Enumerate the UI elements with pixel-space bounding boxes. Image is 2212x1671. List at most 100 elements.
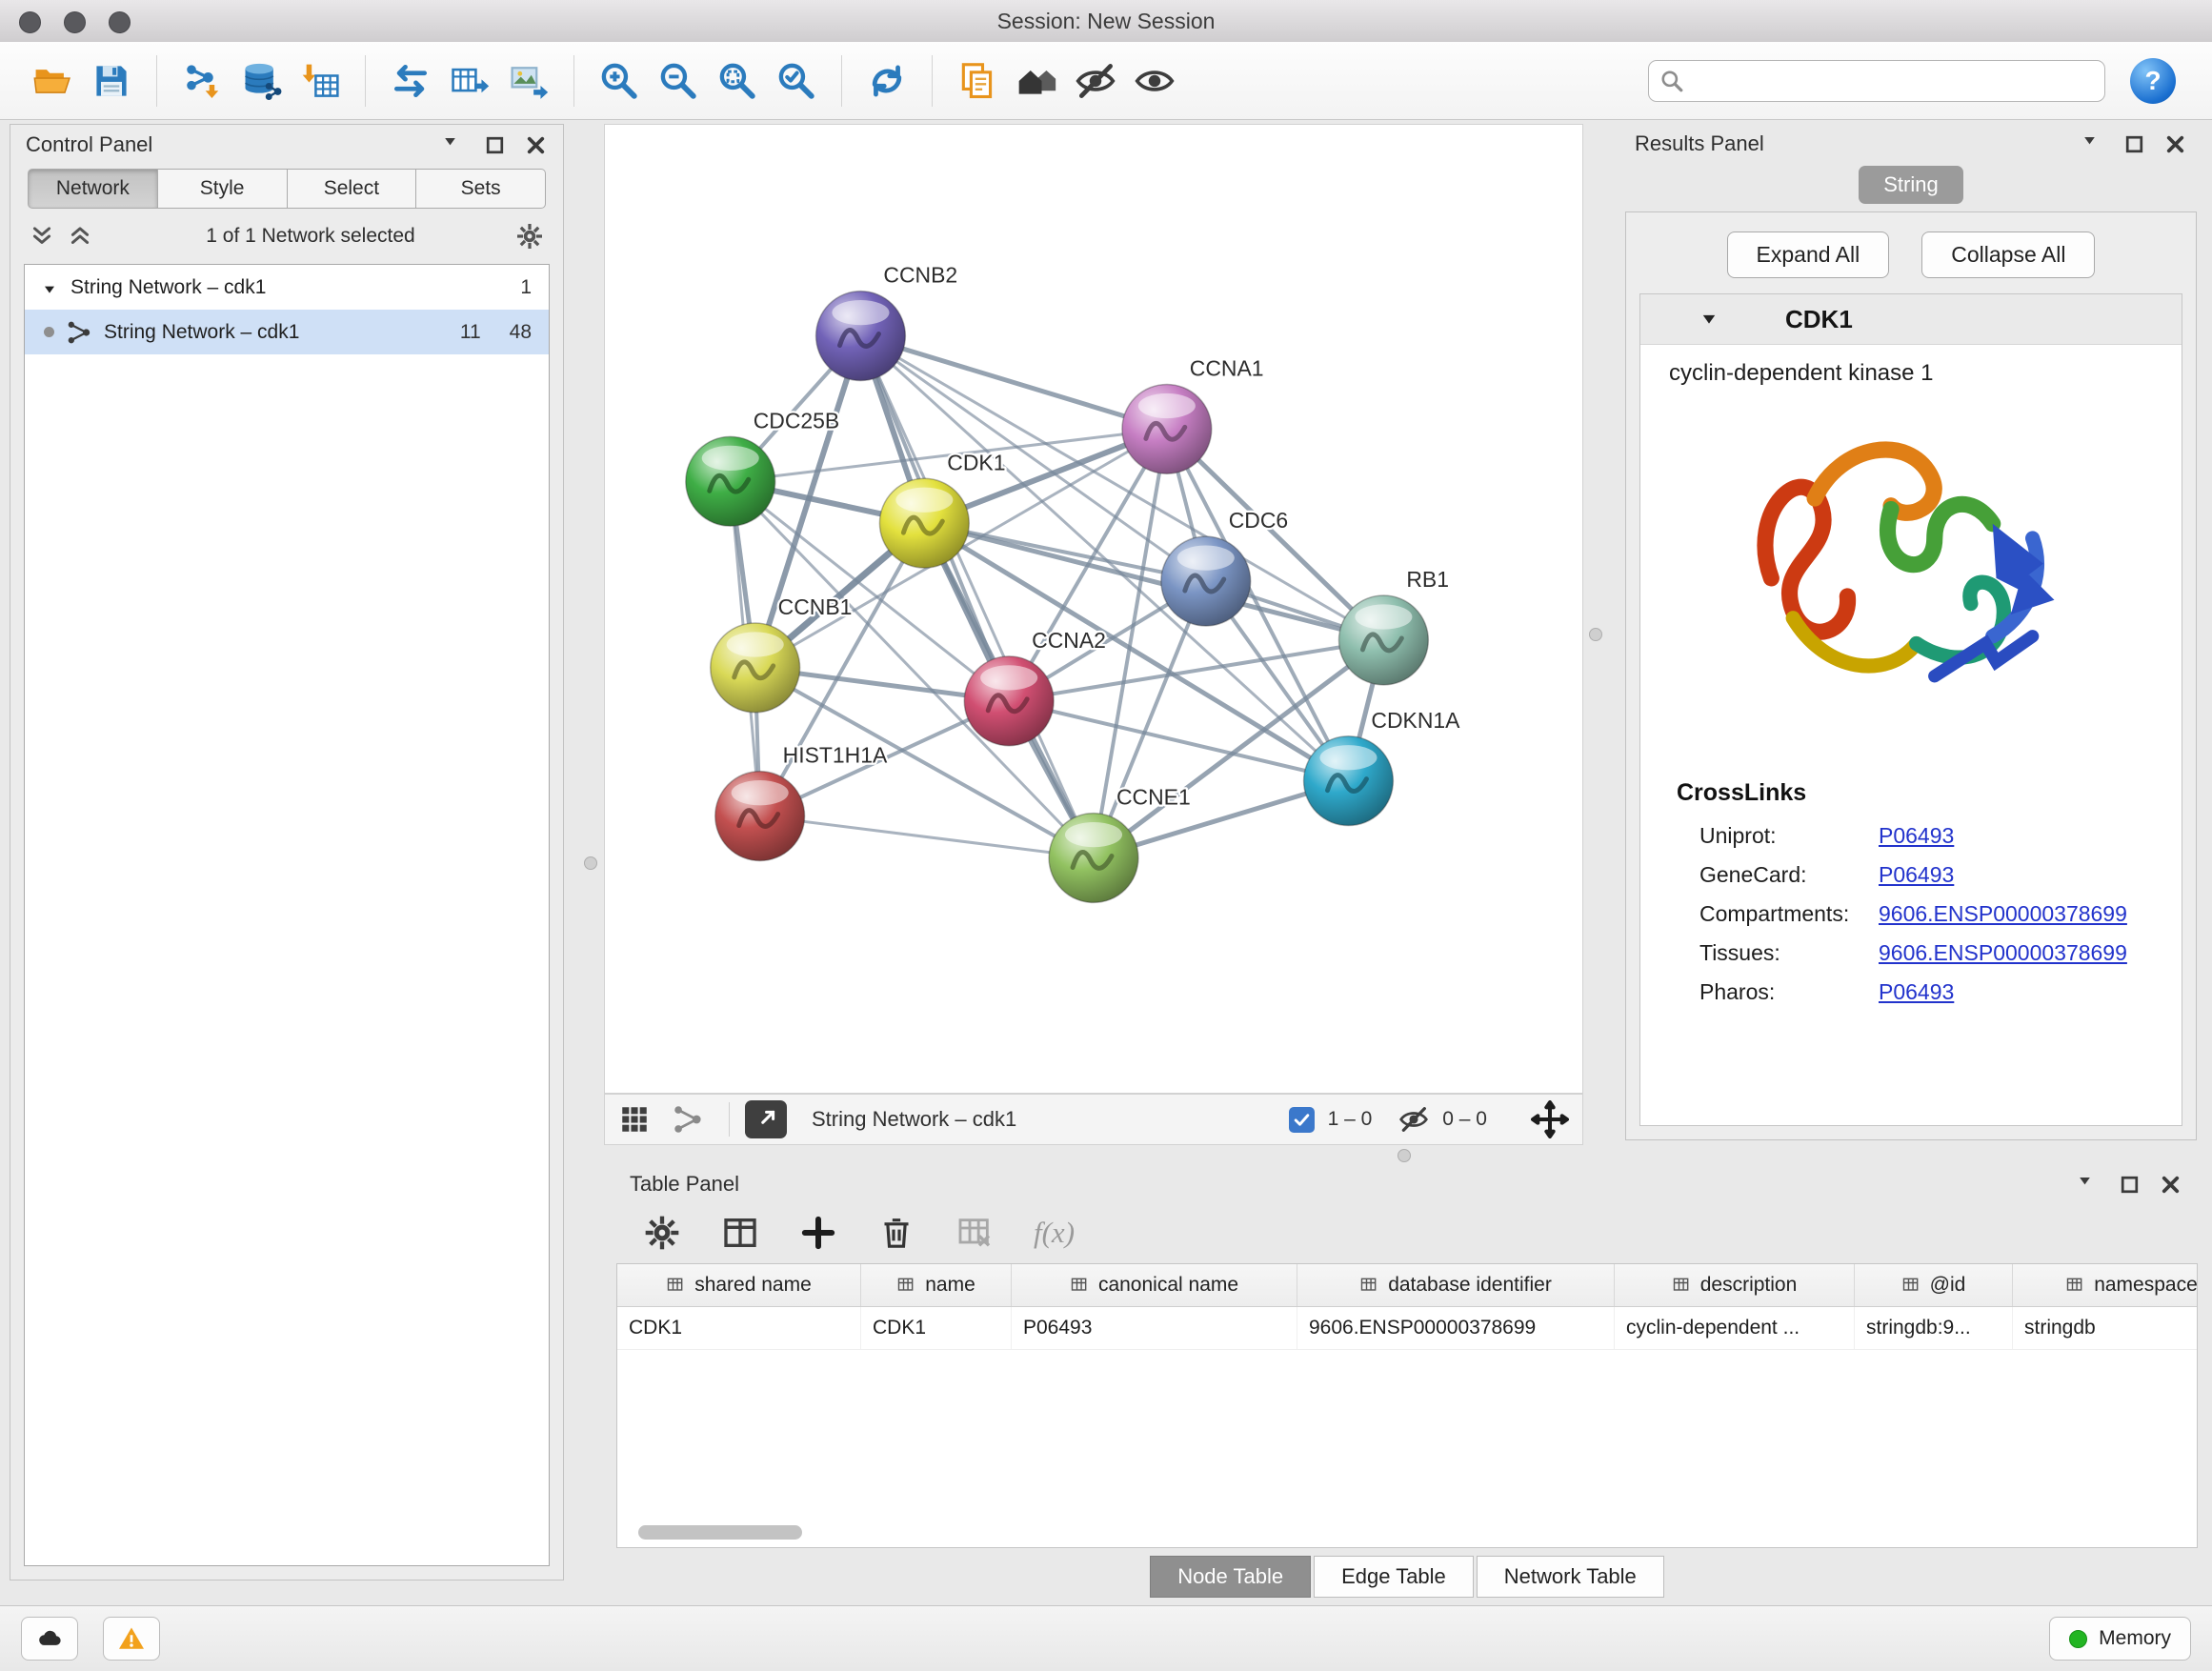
network-edge[interactable]	[760, 816, 1094, 858]
fit-crosshair-icon[interactable]	[1531, 1100, 1569, 1138]
network-node-ccnb2[interactable]: CCNB2	[816, 263, 958, 381]
column-header-name[interactable]: name	[861, 1264, 1012, 1306]
selected-checkbox[interactable]	[1289, 1107, 1315, 1133]
tab-string[interactable]: String	[1859, 166, 1962, 204]
crosslink-genecard-link[interactable]: P06493	[1879, 862, 1954, 888]
network-node-cdk1[interactable]: CDK1	[879, 450, 1005, 568]
minimize-window-button[interactable]	[64, 11, 86, 33]
tab-node-table[interactable]: Node Table	[1150, 1556, 1311, 1598]
hidden-eye-slash-icon[interactable]	[1398, 1104, 1429, 1135]
show-all-panels-button[interactable]	[1007, 51, 1066, 111]
crosslink-compartments-link[interactable]: 9606.ENSP00000378699	[1879, 901, 2127, 927]
float-panel-button[interactable]	[2118, 1173, 2142, 1197]
maximize-window-button[interactable]	[109, 11, 131, 33]
zoom-fit-button[interactable]	[708, 51, 767, 111]
table-options-gear-icon[interactable]	[643, 1214, 681, 1252]
network-row[interactable]: String Network – cdk1 11 48	[25, 310, 549, 354]
open-publication-button[interactable]	[948, 51, 1007, 111]
close-panel-button[interactable]	[2163, 132, 2187, 156]
birdseye-grid-icon[interactable]	[618, 1103, 651, 1136]
hide-selected-button[interactable]	[1066, 51, 1125, 111]
zoom-selected-button[interactable]	[767, 51, 826, 111]
search-input[interactable]	[1648, 60, 2105, 102]
close-window-button[interactable]	[19, 11, 41, 33]
column-header-id[interactable]: @id	[1855, 1264, 2013, 1306]
import-network-file-button[interactable]	[172, 51, 231, 111]
table-row[interactable]: CDK1 CDK1 P06493 9606.ENSP00000378699 cy…	[617, 1307, 2197, 1350]
import-network-database-button[interactable]	[231, 51, 291, 111]
cell-name[interactable]: CDK1	[861, 1307, 1012, 1349]
tab-edge-table[interactable]: Edge Table	[1314, 1556, 1474, 1598]
float-panel-button[interactable]	[2122, 132, 2146, 156]
tab-network[interactable]: Network	[28, 169, 158, 209]
collapse-all-button[interactable]: Collapse All	[1921, 232, 2095, 278]
delete-column-icon[interactable]	[877, 1214, 915, 1252]
network-edge[interactable]	[924, 523, 1383, 640]
network-node-ccna1[interactable]: CCNA1	[1122, 355, 1264, 473]
cell-namespace[interactable]: stringdb	[2013, 1307, 2198, 1349]
splitter-handle[interactable]	[1589, 628, 1602, 641]
close-panel-button[interactable]	[524, 133, 548, 157]
splitter-handle[interactable]	[1398, 1149, 1411, 1162]
apply-layout-button[interactable]	[857, 51, 916, 111]
network-node-ccnb1[interactable]: CCNB1	[711, 594, 853, 713]
column-header-database-identifier[interactable]: database identifier	[1297, 1264, 1615, 1306]
collapse-panel-button[interactable]	[2077, 1173, 2101, 1197]
network-edge[interactable]	[860, 336, 1094, 858]
cell-canonical-name[interactable]: P06493	[1012, 1307, 1297, 1349]
tab-style[interactable]: Style	[158, 169, 288, 209]
column-header-canonical-name[interactable]: canonical name	[1012, 1264, 1297, 1306]
tab-select[interactable]: Select	[288, 169, 417, 209]
warnings-button[interactable]	[103, 1617, 160, 1661]
add-column-icon[interactable]	[799, 1214, 837, 1252]
cell-shared-name[interactable]: CDK1	[617, 1307, 861, 1349]
export-table-button[interactable]	[440, 51, 499, 111]
network-canvas[interactable]: CCNB2CCNA1CDC25BCDK1CDC6RB1CCNB1CCNA2CDK…	[605, 125, 1582, 1093]
column-header-description[interactable]: description	[1615, 1264, 1855, 1306]
collapse-panel-button[interactable]	[2081, 132, 2105, 156]
tab-sets[interactable]: Sets	[416, 169, 546, 209]
memory-button[interactable]: Memory	[2049, 1617, 2191, 1661]
network-merge-button[interactable]	[381, 51, 440, 111]
help-button[interactable]: ?	[2130, 58, 2176, 104]
cloud-status-button[interactable]	[21, 1617, 78, 1661]
horizontal-scrollbar[interactable]	[638, 1525, 802, 1540]
network-edge[interactable]	[860, 336, 1166, 430]
collapse-protein-icon[interactable]	[1699, 310, 1719, 329]
zoom-out-button[interactable]	[649, 51, 708, 111]
crosslink-uniprot-link[interactable]: P06493	[1879, 823, 1954, 849]
collapse-panel-button[interactable]	[442, 133, 466, 157]
network-node-cdkn1a[interactable]: CDKN1A	[1304, 708, 1461, 826]
column-header-namespace[interactable]: namespace	[2013, 1264, 2198, 1306]
import-table-button[interactable]	[291, 51, 350, 111]
export-view-button[interactable]	[745, 1100, 787, 1138]
network-node-rb1[interactable]: RB1	[1338, 567, 1448, 685]
expand-all-networks-icon[interactable]	[30, 224, 54, 249]
crosslink-pharos-link[interactable]: P06493	[1879, 979, 1954, 1005]
network-node-hist1h1a[interactable]: HIST1H1A	[715, 743, 888, 861]
close-panel-button[interactable]	[2159, 1173, 2182, 1197]
save-session-button[interactable]	[82, 51, 141, 111]
tab-network-table[interactable]: Network Table	[1477, 1556, 1664, 1598]
export-image-button[interactable]	[499, 51, 558, 111]
network-node-cdc6[interactable]: CDC6	[1161, 508, 1288, 626]
network-collection-row[interactable]: String Network – cdk1 1	[25, 265, 549, 310]
network-share-icon[interactable]	[672, 1103, 704, 1136]
cell-id[interactable]: stringdb:9...	[1855, 1307, 2013, 1349]
delete-table-icon[interactable]	[955, 1214, 994, 1252]
open-session-button[interactable]	[23, 51, 82, 111]
network-options-gear-icon[interactable]	[515, 222, 544, 251]
cell-database-identifier[interactable]: 9606.ENSP00000378699	[1297, 1307, 1615, 1349]
crosslink-tissues-link[interactable]: 9606.ENSP00000378699	[1879, 940, 2127, 966]
expand-all-button[interactable]: Expand All	[1727, 232, 1890, 278]
expander-icon[interactable]	[42, 280, 57, 295]
function-builder-button[interactable]: f(x)	[1034, 1216, 1075, 1250]
splitter-handle[interactable]	[584, 856, 597, 870]
cell-description[interactable]: cyclin-dependent ...	[1615, 1307, 1855, 1349]
zoom-in-button[interactable]	[590, 51, 649, 111]
show-hidden-button[interactable]	[1125, 51, 1184, 111]
collapse-all-networks-icon[interactable]	[68, 224, 92, 249]
show-columns-icon[interactable]	[721, 1214, 759, 1252]
float-panel-button[interactable]	[483, 133, 507, 157]
column-header-shared-name[interactable]: shared name	[617, 1264, 861, 1306]
